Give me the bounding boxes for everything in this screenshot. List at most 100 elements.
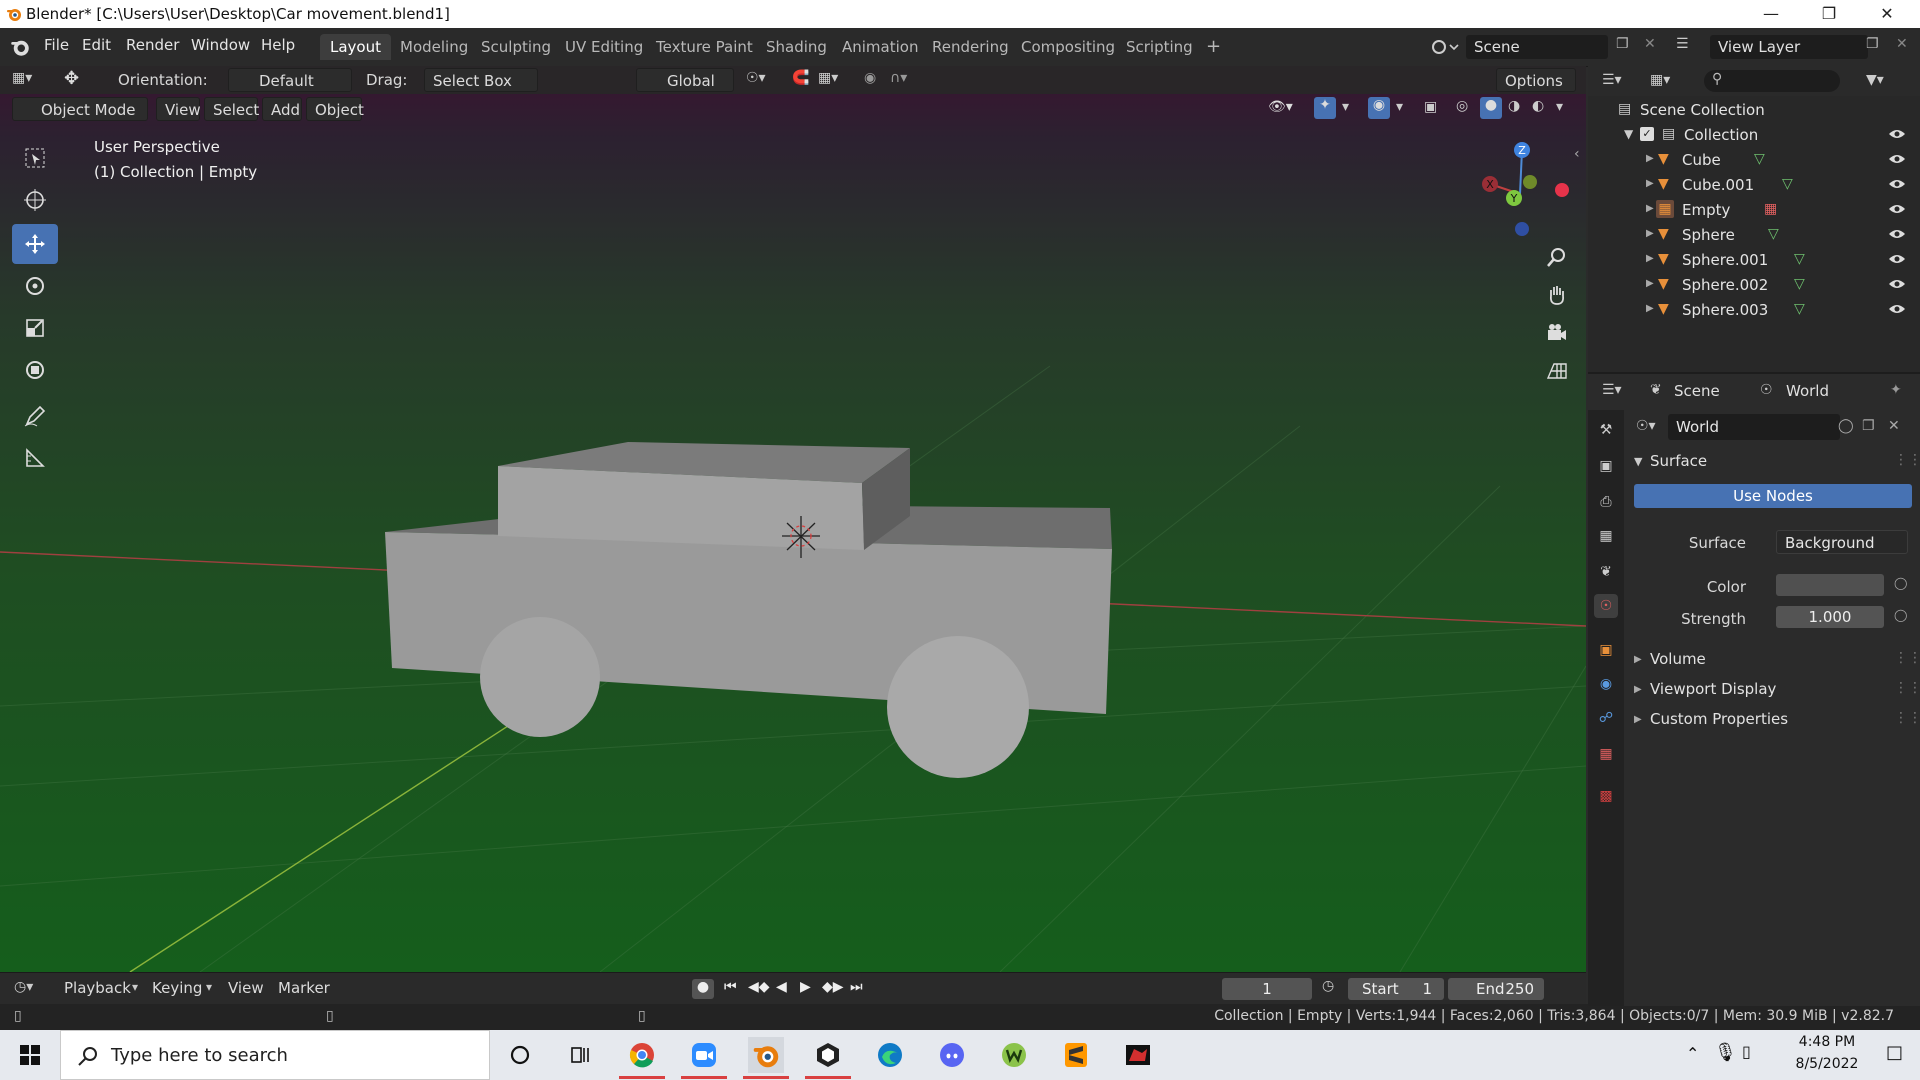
start-frame-field[interactable]: Start 1	[1348, 978, 1444, 1000]
strength-link-icon[interactable]: ◯	[1894, 608, 1907, 622]
texture-tab-icon[interactable]: ▩	[1594, 784, 1618, 808]
color-swatch[interactable]	[1776, 574, 1884, 596]
data-tab-icon[interactable]: ▦	[1594, 742, 1618, 766]
microphone-icon[interactable]: 🎙	[1714, 1042, 1737, 1063]
game-app-icon[interactable]	[1120, 1037, 1156, 1073]
notifications-icon[interactable]: □	[1886, 1042, 1903, 1063]
output-tab-icon[interactable]: ⎙	[1594, 490, 1618, 514]
mesh-data-icon[interactable]: ▽	[1782, 176, 1793, 192]
cortana-icon[interactable]	[502, 1037, 538, 1073]
outliner-row-empty[interactable]: ▶ ▦ Empty ▦	[1588, 198, 1920, 222]
eye-icon[interactable]	[1888, 252, 1906, 270]
move-tool-icon[interactable]	[12, 224, 58, 264]
edge-icon[interactable]	[872, 1037, 908, 1073]
mesh-data-icon[interactable]: ▽	[1794, 251, 1805, 267]
camera-view-icon[interactable]	[1540, 316, 1574, 350]
unity-icon[interactable]	[810, 1037, 846, 1073]
current-frame-field[interactable]: 1	[1222, 978, 1312, 1000]
3d-viewport[interactable]: ▦▾ ✥ Orientation: Default Drag: Select B…	[0, 66, 1586, 972]
tab-scripting[interactable]: Scripting	[1116, 34, 1203, 60]
breadcrumb-world[interactable]: World	[1786, 382, 1829, 400]
drag-handle-icon[interactable]: ⋮⋮	[1894, 680, 1920, 696]
physics-tab-icon[interactable]: ◉	[1594, 672, 1618, 696]
tab-shading[interactable]: Shading	[756, 34, 837, 60]
navigation-gizmo[interactable]: Z Y X	[1466, 136, 1576, 236]
add-workspace-button[interactable]: +	[1196, 34, 1231, 60]
display-mode-icon[interactable]: ▦▾	[1650, 72, 1670, 88]
menu-window[interactable]: Window	[191, 36, 250, 54]
jump-start-icon[interactable]: ⏮	[724, 979, 737, 995]
scene-selector-icon[interactable]	[1430, 37, 1460, 57]
outliner-search-input[interactable]: ⚲	[1704, 70, 1840, 92]
image-data-icon[interactable]: ▦	[1764, 201, 1777, 217]
mesh-data-icon[interactable]: ▽	[1768, 226, 1779, 242]
drag-handle-icon[interactable]: ⋮⋮	[1894, 452, 1920, 468]
select-box-tool-icon[interactable]	[12, 138, 58, 178]
ortho-grid-icon[interactable]	[1540, 354, 1574, 388]
zoom-app-icon[interactable]	[686, 1037, 722, 1073]
chrome-icon[interactable]	[624, 1037, 660, 1073]
tab-animation[interactable]: Animation	[832, 34, 928, 60]
tab-layout[interactable]: Layout	[320, 34, 391, 60]
measure-tool-icon[interactable]	[12, 438, 58, 478]
clock-icon[interactable]: ◷	[1322, 978, 1334, 994]
tool-tab-icon[interactable]: ⚒	[1594, 418, 1618, 442]
menu-edit[interactable]: Edit	[82, 36, 111, 54]
tab-uv-editing[interactable]: UV Editing	[555, 34, 653, 60]
outliner-row-cube-001[interactable]: ▶ ▼ Cube.001 ▽	[1588, 173, 1920, 197]
expand-arrow-icon[interactable]: ▶	[1646, 203, 1654, 214]
minimize-icon[interactable]: —	[1742, 0, 1800, 28]
keying-dropdown-icon[interactable]: ▾	[206, 980, 212, 994]
volume-panel-arrow-icon[interactable]: ▶	[1634, 654, 1642, 665]
clock-time[interactable]: 4:48 PM	[1782, 1034, 1872, 1050]
eye-icon[interactable]	[1888, 302, 1906, 320]
menu-marker[interactable]: Marker	[278, 979, 330, 997]
tray-chevron-icon[interactable]: ⌃	[1686, 1044, 1699, 1063]
scene-field[interactable]: Scene	[1466, 35, 1608, 59]
pan-hand-icon[interactable]	[1540, 278, 1574, 312]
filter-icon[interactable]: ▼▾	[1866, 72, 1884, 88]
viewport-display-panel-arrow-icon[interactable]: ▶	[1634, 684, 1642, 695]
collapse-sidebar-icon[interactable]: ‹	[1574, 146, 1580, 162]
next-keyframe-icon[interactable]: ◆▶	[822, 979, 844, 995]
outliner-row-sphere[interactable]: ▶ ▼ Sphere ▽	[1588, 223, 1920, 247]
view-layer-field[interactable]: View Layer	[1710, 35, 1868, 59]
strength-field[interactable]: 1.000	[1776, 606, 1884, 628]
expand-arrow-icon[interactable]: ▶	[1646, 228, 1654, 239]
properties-editor-icon[interactable]: ☰▾	[1602, 382, 1622, 398]
surface-panel-arrow-icon[interactable]: ▼	[1634, 455, 1642, 468]
delete-view-layer-icon[interactable]: ✕	[1896, 36, 1908, 52]
expand-arrow-icon[interactable]: ▶	[1646, 253, 1654, 264]
breadcrumb-scene[interactable]: Scene	[1674, 382, 1720, 400]
eye-icon[interactable]	[1888, 152, 1906, 170]
duplicate-icon[interactable]: ❐	[1862, 418, 1875, 434]
windows-start-icon[interactable]	[12, 1037, 48, 1073]
eye-icon[interactable]	[1888, 202, 1906, 220]
object-tab-icon[interactable]: ▣	[1594, 638, 1618, 662]
outliner-row-scene-collection[interactable]: ▤ Scene Collection	[1588, 98, 1920, 122]
restore-icon[interactable]: ❐	[1800, 0, 1858, 28]
tab-sculpting[interactable]: Sculpting	[471, 34, 561, 60]
eye-icon[interactable]	[1888, 277, 1906, 295]
cursor-tool-icon[interactable]	[12, 180, 58, 220]
drag-handle-icon[interactable]: ⋮⋮	[1894, 650, 1920, 666]
record-icon[interactable]: ●	[692, 979, 714, 999]
menu-keying[interactable]: Keying	[152, 979, 202, 997]
transform-tool-icon[interactable]	[12, 350, 58, 390]
outliner-editor-icon[interactable]: ☰▾	[1602, 72, 1622, 88]
mesh-data-icon[interactable]: ▽	[1794, 276, 1805, 292]
rotate-tool-icon[interactable]	[12, 266, 58, 306]
outliner-row-sphere-002[interactable]: ▶ ▼ Sphere.002 ▽	[1588, 273, 1920, 297]
color-link-icon[interactable]: ◯	[1894, 576, 1907, 590]
tab-rendering[interactable]: Rendering	[922, 34, 1019, 60]
use-nodes-button[interactable]: Use Nodes	[1634, 484, 1912, 508]
constraints-tab-icon[interactable]: ☍	[1594, 706, 1618, 730]
prev-keyframe-icon[interactable]: ◀◆	[748, 979, 770, 995]
expand-arrow-icon[interactable]: ▶	[1646, 303, 1654, 314]
eye-icon[interactable]	[1888, 227, 1906, 245]
mesh-data-icon[interactable]: ▽	[1794, 301, 1805, 317]
new-view-layer-icon[interactable]: ❐	[1866, 36, 1879, 52]
scene-tab-icon[interactable]: ❦	[1594, 560, 1618, 584]
delete-scene-icon[interactable]: ✕	[1644, 36, 1656, 52]
play-icon[interactable]: ▶	[800, 979, 811, 995]
